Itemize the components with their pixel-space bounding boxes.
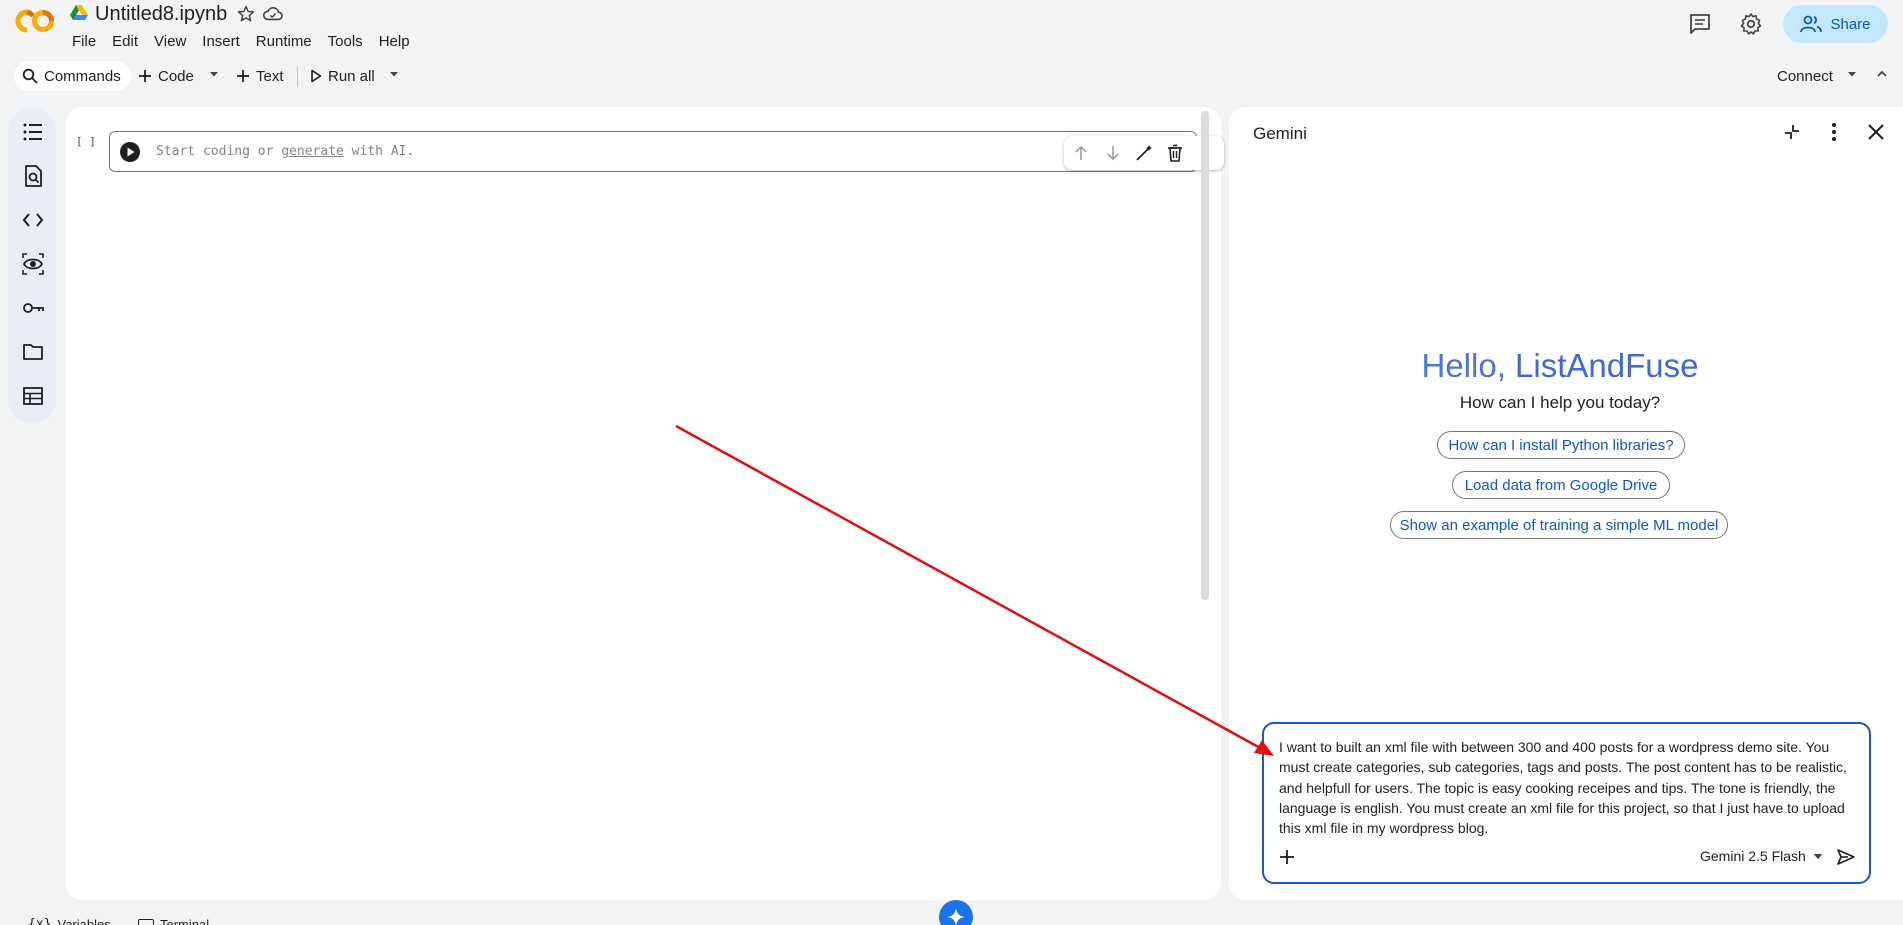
toolbar-divider	[297, 67, 298, 87]
collapse-header-chevron-icon[interactable]	[1876, 68, 1888, 80]
model-selector[interactable]: Gemini 2.5 Flash	[1700, 848, 1824, 864]
notebook-toolbar: Commands Code Text Run all Connect	[0, 59, 1903, 93]
data-table-icon[interactable]	[22, 385, 44, 407]
minimize-panel-icon[interactable]	[1781, 121, 1803, 143]
code-dropdown-caret-icon[interactable]	[208, 68, 220, 80]
run-all-dropdown-caret-icon[interactable]	[388, 68, 400, 80]
plus-icon	[139, 70, 151, 82]
run-all-button[interactable]: Run all	[310, 61, 375, 91]
notebook-scrollbar[interactable]	[1201, 111, 1209, 600]
move-cell-up-icon[interactable]	[1072, 144, 1090, 162]
gemini-greeting: Hello, ListAndFuse	[1229, 347, 1891, 385]
terminal-icon	[138, 918, 154, 925]
close-icon[interactable]	[1865, 121, 1887, 143]
menu-file[interactable]: File	[64, 32, 104, 51]
variables-icon: {x}	[28, 917, 52, 925]
gemini-panel: Gemini Hello, ListAndFuse How can I help…	[1229, 107, 1903, 900]
connect-label: Connect	[1777, 67, 1833, 85]
add-code-button[interactable]: Code	[138, 61, 194, 91]
greeting-prefix: Hello,	[1421, 347, 1516, 384]
add-text-button[interactable]: Text	[236, 61, 284, 91]
add-attachment-plus-icon[interactable]	[1278, 848, 1296, 866]
run-all-label: Run all	[328, 67, 375, 85]
gemini-subtitle: How can I help you today?	[1459, 393, 1661, 412]
drive-icon[interactable]	[70, 5, 88, 21]
suggestion-chip-install-libraries[interactable]: How can I install Python libraries?	[1437, 431, 1685, 459]
send-icon[interactable]	[1836, 847, 1856, 867]
gemini-prompt-input[interactable]: I want to built an xml file with between…	[1262, 722, 1871, 884]
menu-tools[interactable]: Tools	[320, 32, 371, 51]
menu-runtime[interactable]: Runtime	[248, 32, 320, 51]
commands-button[interactable]: Commands	[14, 61, 131, 91]
code-label: Code	[158, 67, 194, 85]
files-folder-icon[interactable]	[22, 341, 44, 363]
variables-label: Variables	[57, 917, 111, 925]
gemini-more-options-icon[interactable]	[1823, 121, 1845, 143]
suggestion-chip-ml-example[interactable]: Show an example of training a simple ML …	[1390, 511, 1728, 539]
run-cell-button-icon[interactable]	[120, 142, 140, 162]
share-label: Share	[1830, 15, 1871, 33]
notebook-area: [ ] Start coding or generate with AI.	[66, 107, 1224, 900]
move-cell-down-icon[interactable]	[1104, 144, 1122, 162]
model-dropdown-caret-icon	[1813, 854, 1823, 859]
table-of-contents-icon[interactable]	[22, 121, 44, 143]
greeting-user-name: ListAndFuse	[1515, 347, 1699, 384]
code-cell[interactable]: Start coding or generate with AI.	[109, 131, 1224, 172]
search-icon	[22, 68, 38, 84]
gemini-panel-title: Gemini	[1253, 124, 1307, 143]
variable-inspector-icon[interactable]	[22, 253, 44, 275]
cell-execution-count: [ ]	[76, 135, 96, 148]
connect-dropdown-caret-icon[interactable]	[1846, 68, 1858, 80]
menu-bar: File Edit View Insert Runtime Tools Help	[64, 32, 418, 51]
comments-icon[interactable]	[1688, 12, 1712, 36]
terminal-label: Terminal	[160, 917, 210, 925]
gemini-spark-button[interactable]	[939, 900, 973, 925]
left-sidebar	[8, 107, 56, 423]
notebook-title[interactable]: Untitled8.ipynb	[95, 3, 227, 26]
variables-tab[interactable]: {x} Variables	[28, 917, 111, 925]
ai-transform-wand-icon[interactable]	[1135, 144, 1153, 162]
connect-button[interactable]: Connect	[1777, 61, 1833, 91]
people-icon	[1800, 15, 1823, 33]
commands-label: Commands	[44, 67, 121, 85]
cell-toolbar	[1064, 136, 1224, 170]
colab-app: Untitled8.ipynb File Edit View Insert Ru…	[0, 0, 1903, 925]
gemini-sparkle-icon	[947, 908, 965, 925]
placeholder-text-end: with AI.	[343, 144, 415, 159]
cloud-saved-icon[interactable]	[262, 5, 284, 23]
play-icon	[311, 69, 322, 83]
menu-insert[interactable]: Insert	[194, 32, 248, 51]
suggestion-chip-load-drive[interactable]: Load data from Google Drive	[1452, 471, 1670, 499]
star-icon[interactable]	[236, 4, 256, 24]
prompt-text[interactable]: I want to built an xml file with between…	[1279, 737, 1849, 838]
menu-view[interactable]: View	[146, 32, 194, 51]
terminal-tab[interactable]: Terminal	[138, 917, 209, 925]
share-button[interactable]: Share	[1783, 5, 1888, 43]
delete-cell-trash-icon[interactable]	[1166, 144, 1184, 162]
find-replace-icon[interactable]	[22, 165, 44, 187]
colab-logo-icon[interactable]	[14, 8, 56, 34]
secrets-key-icon[interactable]	[22, 297, 44, 319]
menu-help[interactable]: Help	[371, 32, 418, 51]
top-header: Untitled8.ipynb File Edit View Insert Ru…	[0, 0, 1903, 55]
placeholder-text-start: Start coding or	[156, 144, 282, 159]
menu-edit[interactable]: Edit	[104, 32, 146, 51]
model-label: Gemini 2.5 Flash	[1700, 848, 1806, 864]
settings-gear-icon[interactable]	[1739, 12, 1763, 36]
text-label: Text	[256, 67, 284, 85]
generate-link[interactable]: generate	[281, 144, 344, 159]
cell-placeholder[interactable]: Start coding or generate with AI.	[156, 144, 414, 159]
code-snippets-icon[interactable]	[22, 209, 44, 231]
plus-icon	[237, 70, 249, 82]
